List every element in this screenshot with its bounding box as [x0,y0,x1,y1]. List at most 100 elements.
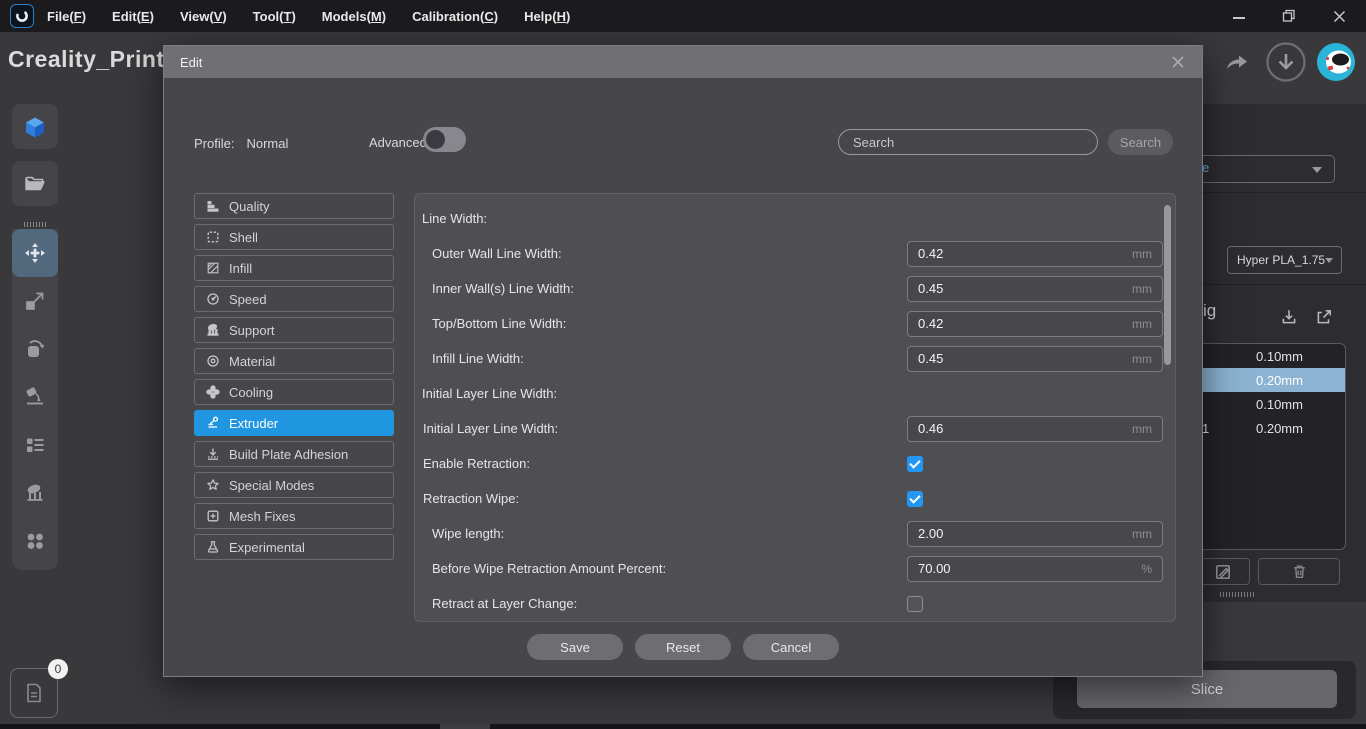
delete-preset-button[interactable] [1258,558,1340,585]
chevron-down-icon [1312,167,1322,173]
star-icon [206,478,220,492]
settings-scrollbar-thumb[interactable] [1164,205,1171,365]
outer-wall-line-width-input[interactable] [908,246,1132,261]
export-icon [1315,308,1333,326]
save-button[interactable]: Save [527,634,623,660]
setting-row-retraction-wipe: Retraction Wipe: [415,481,1175,516]
preset-row[interactable]: 1 0.20mm [1184,416,1345,440]
close-button[interactable] [1332,9,1346,23]
category-speed[interactable]: Speed [194,286,394,312]
support-tool-button[interactable] [12,469,58,517]
dialog-header[interactable]: Edit [164,46,1202,78]
menu-view[interactable]: View(V) [167,9,240,24]
gcode-file-button[interactable]: 0 [10,668,58,718]
menu-models[interactable]: Models(M) [309,9,399,24]
lay-flat-icon [24,386,46,408]
category-support[interactable]: Support [194,317,394,343]
cooling-fan-icon [206,385,220,399]
move-tool-button[interactable] [12,229,58,277]
minimize-button[interactable] [1232,9,1246,23]
edit-pencil-icon [1214,563,1232,581]
category-mesh-fixes[interactable]: Mesh Fixes [194,503,394,529]
support-icon [206,323,220,337]
printer-name-fragment: e [1202,160,1209,175]
section-label: Line Width: [415,211,487,226]
category-experimental[interactable]: Experimental [194,534,394,560]
tool-group-drag-handle[interactable] [12,219,58,229]
inner-wall-line-width-field: mm [907,276,1163,302]
category-extruder[interactable]: Extruder [194,410,394,436]
close-icon [1333,10,1346,23]
trash-icon [1291,563,1308,580]
open-file-button[interactable] [12,161,58,206]
material-value: Hyper PLA_1.75 [1237,253,1325,267]
retraction-wipe-checkbox[interactable] [907,491,923,507]
category-cooling[interactable]: Cooling [194,379,394,405]
creality-logo-icon[interactable] [10,4,34,28]
shell-icon [206,230,220,244]
preset-row[interactable]: 0.10mm [1184,344,1345,368]
menu-help[interactable]: Help(H) [511,9,583,24]
object-list-tool-button[interactable] [12,421,58,469]
search-input[interactable] [838,129,1098,155]
material-select-dropdown[interactable]: Hyper PLA_1.75 [1227,246,1342,274]
wipe-length-field: mm [907,521,1163,547]
setting-row-initial-layer-line-width: Initial Layer Line Width: mm [415,411,1175,446]
enable-retraction-checkbox[interactable] [907,456,923,472]
move-icon [23,241,47,265]
category-build-plate-adhesion[interactable]: Build Plate Adhesion [194,441,394,467]
wipe-length-input[interactable] [908,526,1132,541]
download-button[interactable] [1266,42,1306,82]
restore-button[interactable] [1282,9,1296,23]
category-quality[interactable]: Quality [194,193,394,219]
edit-preset-button[interactable] [1195,558,1250,585]
object-list-icon [24,434,46,456]
category-infill[interactable]: Infill [194,255,394,281]
app-window: File(F) Edit(E) View(V) Tool(T) Models(M… [0,0,1366,729]
export-config-button[interactable] [1313,306,1335,328]
inner-wall-line-width-input[interactable] [908,281,1132,296]
user-avatar[interactable] [1317,43,1355,81]
initial-layer-line-width-field: mm [907,416,1163,442]
folder-icon [23,172,47,196]
setting-row-retract-at-layer-change: Retract at Layer Change: [415,586,1175,621]
unit-label: mm [1132,247,1162,261]
unit-label: mm [1132,527,1162,541]
import-config-button[interactable] [1278,306,1300,328]
setting-row-before-wipe-retraction-percent: Before Wipe Retraction Amount Percent: % [415,551,1175,586]
redo-button[interactable] [1224,50,1250,76]
preset-row-selected[interactable]: 0.20mm [1184,368,1345,392]
bottom-edge-bar [0,724,1366,729]
document-icon [22,681,46,705]
chevron-down-icon [1325,258,1333,263]
setting-label: Enable Retraction: [415,456,530,471]
menu-calibration[interactable]: Calibration(C) [399,9,511,24]
advanced-toggle[interactable] [423,127,466,152]
scale-tool-button[interactable] [12,277,58,325]
preset-row[interactable]: 0.10mm [1184,392,1345,416]
settings-section-initial-layer-line-width: Initial Layer Line Width: [415,376,1175,411]
cancel-button[interactable]: Cancel [743,634,839,660]
retract-at-layer-change-checkbox[interactable] [907,596,923,612]
initial-layer-line-width-input[interactable] [908,421,1132,436]
category-shell[interactable]: Shell [194,224,394,250]
menu-edit[interactable]: Edit(E) [99,9,167,24]
prepare-view-button[interactable] [12,104,58,149]
lay-flat-tool-button[interactable] [12,373,58,421]
category-special-modes[interactable]: Special Modes [194,472,394,498]
menu-tool[interactable]: Tool(T) [240,9,309,24]
infill-line-width-input[interactable] [908,351,1132,366]
category-material[interactable]: Material [194,348,394,374]
top-bottom-line-width-input[interactable] [908,316,1132,331]
panel-drag-handle[interactable] [1220,592,1255,597]
before-wipe-retraction-percent-input[interactable] [908,561,1141,576]
split-tool-button[interactable] [12,517,58,565]
dialog-close-button[interactable] [1170,54,1186,70]
unit-label: mm [1132,317,1162,331]
search-button[interactable]: Search [1108,129,1173,155]
settings-category-list: Quality Shell Infill Speed Support Mater… [194,193,394,565]
reset-button[interactable]: Reset [635,634,731,660]
settings-panel: Line Width: Outer Wall Line Width: mm In… [414,193,1176,622]
menu-file[interactable]: File(F) [34,9,99,24]
rotate-tool-button[interactable] [12,325,58,373]
